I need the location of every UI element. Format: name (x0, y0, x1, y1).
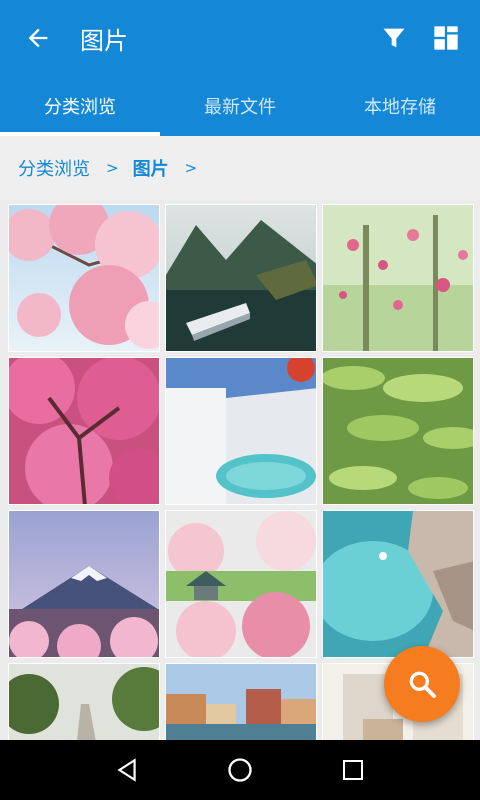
tab-latest-files[interactable]: 最新文件 (160, 76, 320, 136)
image-thumbnail[interactable] (322, 357, 474, 505)
pink-cherry-tree-image (9, 358, 159, 504)
toolbar: 图片 (0, 0, 480, 76)
app-bar: 图片 分类浏览 最新文件 本地存储 (0, 0, 480, 136)
image-thumbnail[interactable] (165, 204, 317, 352)
nav-back-button[interactable] (97, 740, 157, 800)
nav-back-icon (117, 758, 136, 782)
image-thumbnail[interactable] (322, 510, 474, 658)
search-icon (409, 671, 436, 698)
tab-category-browse[interactable]: 分类浏览 (0, 76, 160, 136)
tab-local-storage[interactable]: 本地存储 (320, 76, 480, 136)
breadcrumb-category-browse[interactable]: 分类浏览 (18, 155, 90, 181)
image-thumbnail[interactable] (8, 510, 160, 658)
nav-recents-icon (343, 760, 364, 780)
breadcrumb-separator: > (106, 159, 119, 177)
page-title: 图片 (80, 26, 128, 55)
back-button[interactable] (0, 0, 76, 76)
system-nav-bar (0, 740, 480, 800)
view-mode-button[interactable] (420, 0, 472, 76)
tab-bar: 分类浏览 最新文件 本地存储 (0, 76, 480, 136)
venice-canal-image (166, 664, 316, 740)
cherry-blossom-image (9, 205, 159, 351)
image-thumbnail[interactable] (322, 204, 474, 352)
arrow-back-icon (28, 28, 48, 48)
filter-icon (383, 28, 405, 48)
blossom-forest-image (323, 205, 473, 351)
breadcrumb-separator: > (184, 159, 198, 177)
sea-cove-image (323, 511, 473, 657)
blossom-garden-image (166, 511, 316, 657)
image-thumbnail[interactable] (165, 357, 317, 505)
image-thumbnail[interactable] (8, 357, 160, 505)
nav-recents-button[interactable] (323, 740, 383, 800)
lake-boat-image (166, 205, 316, 351)
image-thumbnail[interactable] (8, 204, 160, 352)
grid-view-icon (434, 26, 458, 50)
lotus-leaves-image (323, 358, 473, 504)
breadcrumb-images[interactable]: 图片 (133, 155, 169, 181)
nav-home-icon (228, 758, 252, 782)
image-thumbnail[interactable] (165, 510, 317, 658)
search-fab-button[interactable] (384, 646, 460, 722)
mount-fuji-image (9, 511, 159, 657)
breadcrumb: 分类浏览 > 图片 > (0, 136, 480, 200)
nav-home-button[interactable] (210, 740, 270, 800)
tree-road-image (9, 664, 159, 740)
filter-button[interactable] (368, 0, 420, 76)
white-terrace-pool-image (166, 358, 316, 504)
image-thumbnail[interactable] (165, 663, 317, 740)
image-thumbnail[interactable] (8, 663, 160, 740)
